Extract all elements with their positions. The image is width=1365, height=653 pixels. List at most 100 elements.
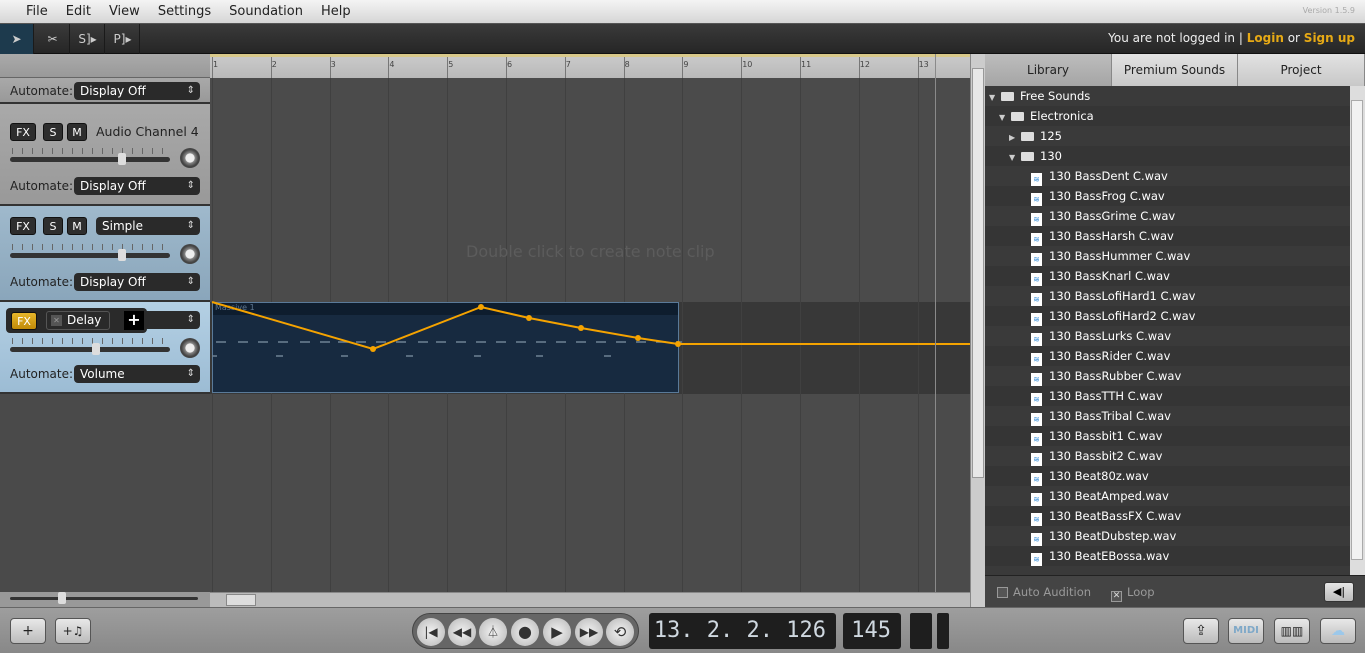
p-tool-icon[interactable]: P]▸ [106,24,140,54]
slider-thumb[interactable] [92,343,100,355]
login-link[interactable]: Login [1247,31,1284,45]
scroll-thumb[interactable] [226,594,256,606]
automation-point[interactable] [370,346,376,352]
library-file[interactable]: ≋ 130 BassRider C.wav [985,346,1350,366]
library-file[interactable]: ≋ 130 BassFrog C.wav [985,186,1350,206]
library-file[interactable]: ≋ 130 BassRubber C.wav [985,366,1350,386]
library-file[interactable]: ≋ 130 BeatBassFX C.wav [985,506,1350,526]
automation-point[interactable] [478,304,484,310]
loop-button[interactable]: ⟲ [606,618,634,646]
library-file[interactable]: ≋ 130 BeatAmped.wav [985,486,1350,506]
library-file[interactable]: ≋ 130 Beat80z.wav [985,466,1350,486]
auto-audition-checkbox[interactable]: Auto Audition [997,585,1091,599]
library-file[interactable]: ≋ 130 BassLurks C.wav [985,326,1350,346]
loop-checkbox[interactable]: ✕ Loop [1111,585,1155,602]
track-4-selected[interactable]: FX ✕Delay + Automate: Volume [0,302,210,394]
menu-file[interactable]: File [17,0,57,24]
mute-button[interactable]: M [67,217,87,235]
volume-slider[interactable] [10,153,170,165]
piano-keyboard-icon[interactable]: ▥▥ [1274,618,1310,644]
library-file[interactable]: ≋ 130 BassTribal C.wav [985,406,1350,426]
automation-point[interactable] [675,341,681,347]
tree-folder-125[interactable]: ▶ 125 [985,126,1350,146]
cloud-icon[interactable]: ☁ [1320,618,1356,644]
signup-link[interactable]: Sign up [1304,31,1355,45]
mute-button[interactable]: M [67,123,87,141]
automate-select[interactable]: Volume [74,365,200,383]
fx-button[interactable]: FX [10,123,36,141]
share-export-icon[interactable]: ⇪ [1183,618,1219,644]
fx-button[interactable]: FX [10,217,36,235]
library-scrollbar[interactable] [1350,86,1365,575]
volume-slider[interactable] [10,343,170,355]
zoom-slider-thumb[interactable] [58,592,66,604]
solo-button[interactable]: S [43,217,63,235]
scroll-thumb[interactable] [1351,100,1363,560]
library-file[interactable]: ≋ 130 BassLofiHard2 C.wav [985,306,1350,326]
tree-folder-130[interactable]: ▼ 130 [985,146,1350,166]
add-effect-button[interactable]: + [124,311,144,330]
automate-select[interactable]: Display Off [74,82,200,100]
tree-folder-electronica[interactable]: ▼ Electronica [985,106,1350,126]
fx-button[interactable]: FX [11,312,37,330]
vertical-scrollbar[interactable] [970,54,985,607]
arrangement-timeline[interactable]: 1 2 3 4 5 6 7 8 9 10 11 12 13 Double click to create… [210,54,970,607]
pan-knob[interactable] [180,244,200,264]
track-1[interactable]: Automate: Display Off [0,78,210,104]
library-file[interactable]: ≋ 130 BassKnarl C.wav [985,266,1350,286]
menu-soundation[interactable]: Soundation [220,0,312,24]
pan-knob[interactable] [180,338,200,358]
library-file[interactable]: ≋ 130 Bassbit1 C.wav [985,426,1350,446]
rewind-button[interactable]: ◀◀ [448,618,476,646]
menu-help[interactable]: Help [312,0,360,24]
menu-settings[interactable]: Settings [149,0,220,24]
automate-select[interactable]: Display Off [74,273,200,291]
automation-point[interactable] [526,315,532,321]
library-file[interactable]: ≋ 130 BeatEBossa.wav [985,546,1350,566]
record-button[interactable]: ● [511,618,539,646]
preview-volume-icon[interactable]: ◀| [1324,582,1354,602]
login-status: You are not logged in | Login or Sign up [1108,31,1355,45]
s-tool-icon[interactable]: S]▸ [71,24,105,54]
scroll-thumb[interactable] [972,68,984,478]
library-file[interactable]: ≋ 130 BassHarsh C.wav [985,226,1350,246]
track-3[interactable]: FX S M Simple Automate: Display Off [0,206,210,302]
library-file[interactable]: ≋ 130 BassHummer C.wav [985,246,1350,266]
pan-knob[interactable] [180,148,200,168]
play-button[interactable]: ▶ [543,618,571,646]
tree-folder-free-sounds[interactable]: ▼ Free Sounds [985,86,1350,106]
slider-thumb[interactable] [118,153,126,165]
go-to-start-button[interactable]: |◀ [417,618,445,646]
add-track-button[interactable]: + [10,618,46,644]
library-file[interactable]: ≋ 130 BassTTH C.wav [985,386,1350,406]
library-file[interactable]: ≋ 130 BassGrime C.wav [985,206,1350,226]
tab-premium-sounds[interactable]: Premium Sounds [1112,54,1238,86]
volume-slider[interactable] [10,249,170,261]
tab-library[interactable]: Library [985,54,1112,86]
horizontal-scrollbar[interactable] [210,592,970,607]
automation-point[interactable] [578,325,584,331]
menu-view[interactable]: View [100,0,149,24]
remove-effect-icon[interactable]: ✕ [51,315,62,326]
library-file[interactable]: ≋ 130 BassDent C.wav [985,166,1350,186]
track-2[interactable]: FX S M Audio Channel 4 Automate: Display… [0,104,210,206]
effect-delay[interactable]: ✕ Delay [46,311,110,330]
solo-button[interactable]: S [43,123,63,141]
add-instrument-track-button[interactable]: +♫ [55,618,91,644]
playhead[interactable] [935,54,936,594]
metronome-button[interactable]: ⏃ [479,618,507,646]
automation-point[interactable] [635,335,641,341]
fast-forward-button[interactable]: ▶▶ [575,618,603,646]
automate-select[interactable]: Display Off [74,177,200,195]
pointer-tool-icon[interactable]: ➤ [0,24,34,54]
midi-icon[interactable]: MIDI [1228,618,1264,644]
instrument-select[interactable]: Simple [96,217,200,235]
menu-edit[interactable]: Edit [57,0,100,24]
tempo-display[interactable]: 145 [843,613,901,649]
library-file[interactable]: ≋ 130 BassLofiHard1 C.wav [985,286,1350,306]
tab-project[interactable]: Project [1238,54,1365,86]
slider-thumb[interactable] [118,249,126,261]
library-file[interactable]: ≋ 130 Bassbit2 C.wav [985,446,1350,466]
library-file[interactable]: ≋ 130 BeatDubstep.wav [985,526,1350,546]
scissors-tool-icon[interactable]: ✂ [36,24,70,54]
